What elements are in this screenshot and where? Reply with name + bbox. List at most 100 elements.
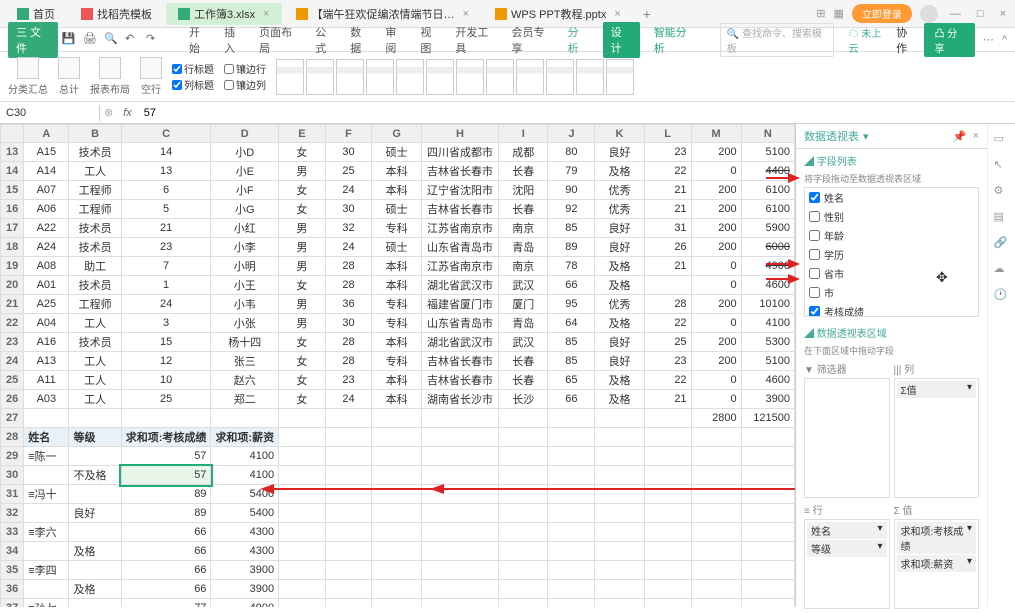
save-icon[interactable]: 💾 — [62, 32, 77, 48]
cell[interactable]: 5400 — [211, 504, 279, 523]
cell[interactable] — [741, 485, 794, 504]
cell[interactable]: 南京 — [499, 219, 548, 238]
cell[interactable] — [421, 485, 498, 504]
cell[interactable]: 26 — [644, 238, 691, 257]
cell[interactable]: 工人 — [69, 390, 121, 409]
cell[interactable] — [421, 542, 498, 561]
cell[interactable] — [644, 561, 691, 580]
cell[interactable]: 吉林省长春市 — [421, 371, 498, 390]
cell[interactable]: 青岛 — [499, 238, 548, 257]
cell[interactable]: 13 — [121, 162, 211, 181]
cell[interactable]: 杨十四 — [211, 333, 279, 352]
cell[interactable] — [548, 447, 595, 466]
cell[interactable]: 4400 — [741, 162, 794, 181]
cell[interactable]: 0 — [691, 314, 741, 333]
cell[interactable]: 79 — [548, 162, 595, 181]
property-icon[interactable]: ▤ — [994, 210, 1010, 226]
cell[interactable]: 21 — [644, 257, 691, 276]
cell[interactable]: 女 — [279, 390, 326, 409]
col-header[interactable]: M — [691, 125, 741, 143]
field-item[interactable]: 学历 — [805, 245, 978, 264]
cell[interactable]: 121500 — [741, 409, 794, 428]
cell[interactable]: 66 — [548, 390, 595, 409]
cell[interactable] — [548, 523, 595, 542]
cell[interactable] — [644, 580, 691, 599]
tab-analysis[interactable]: 分析 — [568, 24, 589, 56]
cell[interactable]: 本科 — [372, 162, 421, 181]
pivot-header[interactable]: 求和项:薪资 — [211, 428, 279, 447]
cell[interactable]: 80 — [548, 143, 595, 162]
file-menu[interactable]: 三 文件 — [8, 22, 58, 58]
cell[interactable] — [595, 409, 644, 428]
cell[interactable] — [372, 523, 421, 542]
tab-view[interactable]: 视图 — [420, 24, 441, 56]
cell[interactable]: 23 — [644, 143, 691, 162]
cell[interactable] — [595, 447, 644, 466]
area-item[interactable]: 求和项:薪资▾ — [897, 555, 977, 572]
cell[interactable] — [548, 466, 595, 485]
collapse-icon[interactable]: ^ — [1002, 34, 1007, 46]
cell[interactable]: 专科 — [372, 352, 421, 371]
cell[interactable]: 女 — [279, 143, 326, 162]
cell[interactable]: 技术员 — [69, 333, 121, 352]
area-row[interactable]: 姓名▾等级▾ — [804, 519, 890, 609]
cell[interactable] — [595, 485, 644, 504]
cell[interactable]: 200 — [691, 295, 741, 314]
row-header[interactable]: 33 — [1, 523, 24, 542]
cell[interactable]: 工程师 — [69, 200, 121, 219]
cell[interactable]: 22 — [644, 371, 691, 390]
cell[interactable] — [69, 599, 121, 608]
cell[interactable] — [69, 447, 121, 466]
cell[interactable] — [548, 580, 595, 599]
pin-icon[interactable]: 📌 — [953, 130, 967, 143]
cell[interactable]: 66 — [121, 561, 211, 580]
cell[interactable]: 3900 — [211, 580, 279, 599]
cell[interactable] — [24, 466, 69, 485]
cell[interactable] — [595, 561, 644, 580]
cell[interactable]: 赵六 — [211, 371, 279, 390]
cell[interactable] — [279, 504, 326, 523]
area-item[interactable]: Σ值▾ — [897, 381, 977, 398]
cell[interactable]: A01 — [24, 276, 69, 295]
cell[interactable]: 1 — [121, 276, 211, 295]
cell[interactable] — [69, 523, 121, 542]
cell[interactable]: 85 — [548, 219, 595, 238]
cell[interactable] — [24, 504, 69, 523]
cell[interactable]: 21 — [644, 181, 691, 200]
cell[interactable] — [691, 485, 741, 504]
row-header[interactable]: 28 — [1, 428, 24, 447]
cell[interactable]: A14 — [24, 162, 69, 181]
row-header[interactable]: 24 — [1, 352, 24, 371]
row-header[interactable]: 14 — [1, 162, 24, 181]
pivot-header[interactable]: 等级 — [69, 428, 121, 447]
cell[interactable] — [499, 447, 548, 466]
cell[interactable]: 辽宁省沈阳市 — [421, 181, 498, 200]
cell[interactable] — [691, 447, 741, 466]
redo-icon[interactable]: ↷ — [146, 32, 161, 48]
cell[interactable] — [325, 580, 372, 599]
cell[interactable]: 5 — [121, 200, 211, 219]
field-checkbox[interactable] — [809, 230, 820, 241]
cell[interactable]: 4300 — [211, 542, 279, 561]
row-header[interactable]: 21 — [1, 295, 24, 314]
cell[interactable] — [741, 428, 794, 447]
cell[interactable]: 长春 — [499, 200, 548, 219]
row-header[interactable]: 23 — [1, 333, 24, 352]
cell[interactable]: 36 — [325, 295, 372, 314]
cell[interactable]: 本科 — [372, 181, 421, 200]
cell[interactable]: 4600 — [741, 276, 794, 295]
cell[interactable]: 0 — [691, 276, 741, 295]
cell[interactable]: 10100 — [741, 295, 794, 314]
cell[interactable] — [595, 542, 644, 561]
cell[interactable] — [421, 466, 498, 485]
cell[interactable]: 4100 — [741, 314, 794, 333]
row-header[interactable]: 30 — [1, 466, 24, 485]
cell[interactable] — [372, 504, 421, 523]
cell[interactable]: 硕士 — [372, 238, 421, 257]
cell[interactable] — [421, 447, 498, 466]
cell[interactable]: 5100 — [741, 352, 794, 371]
cell[interactable]: 5900 — [741, 219, 794, 238]
cell[interactable]: 200 — [691, 219, 741, 238]
cell[interactable]: 山东省青岛市 — [421, 238, 498, 257]
cell[interactable]: 4300 — [211, 523, 279, 542]
